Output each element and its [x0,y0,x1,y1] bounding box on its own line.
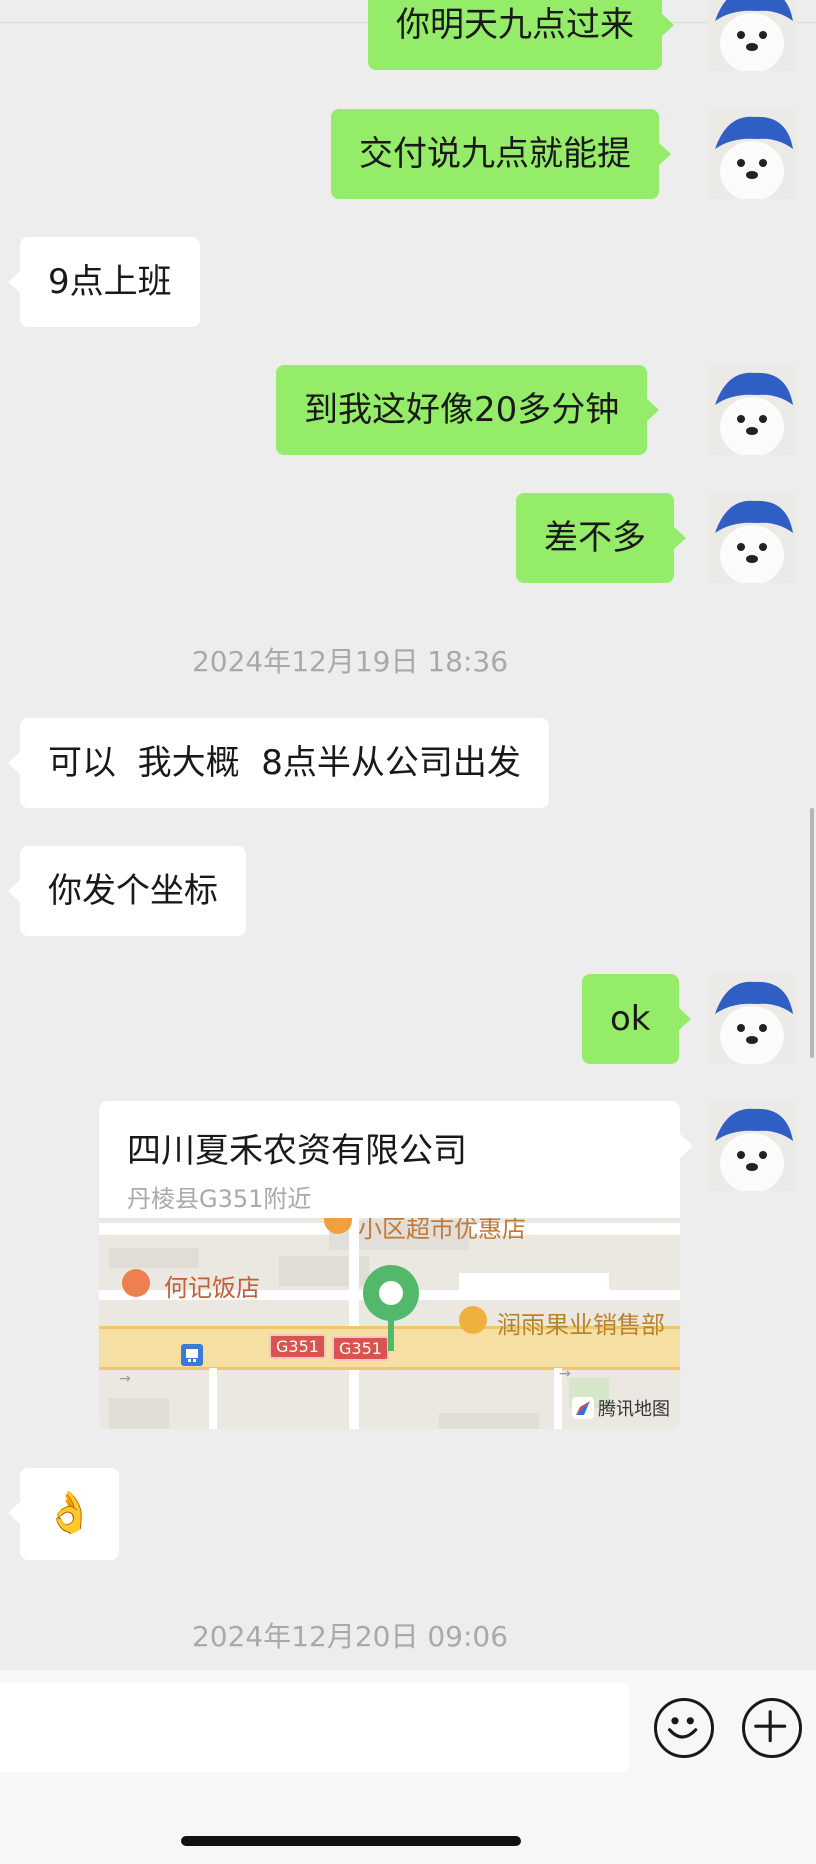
home-indicator[interactable] [181,1836,521,1846]
ok-hand-emoji-icon: 👌 [44,1490,95,1536]
map-poi-label: 何记饭店 [164,1274,260,1302]
svg-text:→: → [119,1371,131,1387]
message-text: 你发个坐标 [48,871,218,911]
location-subtitle: 丹棱县G351附近 [127,1185,312,1213]
message-text: 交付说九点就能提 [359,134,631,174]
shop-poi-icon [459,1306,487,1334]
location-message-card[interactable]: 四川夏禾农资有限公司 丹棱县G351附近 → → 小区超市优惠店 何记饭店 润雨… [99,1101,680,1429]
plus-circle-icon [754,1710,787,1743]
message-bubble-sent[interactable]: 交付说九点就能提 [331,109,671,199]
avatar-self[interactable] [707,109,797,199]
message-bubble-sent[interactable]: 差不多 [516,493,686,583]
chat-timestamp: 2024年12月19日 18:36 [191,645,509,678]
message-text: 到我这好像20多分钟 [304,390,620,430]
dog-avatar-icon [707,0,797,71]
tencent-map-logo-icon [572,1397,594,1419]
restaurant-poi-icon [122,1269,150,1297]
map-watermark-text: 腾讯地图 [598,1399,670,1420]
avatar-self[interactable] [707,974,797,1064]
more-button[interactable] [742,1698,802,1758]
road-shield: G351 [269,1334,326,1359]
message-bubble-sent[interactable]: ok [582,974,690,1064]
svg-text:→: → [559,1366,571,1382]
avatar-self[interactable] [707,365,797,455]
emoji-button[interactable] [654,1698,714,1758]
chat-input-bar [0,1670,816,1864]
dog-avatar-icon [707,1101,797,1191]
message-bubble-received[interactable]: 👌 [8,1468,119,1560]
message-text: 你明天九点过来 [396,5,634,45]
message-text: 差不多 [544,518,646,558]
dog-avatar-icon [707,365,797,455]
location-title: 四川夏禾农资有限公司 [127,1131,467,1171]
message-text: 9点上班 [48,262,172,302]
scrollbar[interactable] [810,808,814,1058]
message-bubble-received[interactable]: 可以 我大概 8点半从公司出发 [8,718,549,808]
message-bubble-received[interactable]: 9点上班 [8,237,200,327]
message-text: ok [610,999,651,1039]
map-poi-label: 润雨果业销售部 [497,1311,665,1339]
chat-timestamp: 2024年12月20日 09:06 [191,1620,509,1653]
message-bubble-received[interactable]: 你发个坐标 [8,846,246,936]
avatar-self[interactable] [707,1101,797,1191]
map-poi-label: 小区超市优惠店 [358,1218,526,1243]
message-bubble-sent[interactable]: 到我这好像20多分钟 [276,365,660,455]
location-map-preview[interactable]: → → 小区超市优惠店 何记饭店 润雨果业销售部 G351 G351 腾讯地图 [99,1218,680,1429]
avatar-self[interactable] [707,0,797,71]
message-bubble-sent[interactable]: 你明天九点过来 [368,0,674,70]
dog-avatar-icon [707,109,797,199]
map-watermark: 腾讯地图 [572,1395,670,1421]
map-pin-icon [363,1265,419,1351]
smiley-icon [668,1717,698,1739]
message-input[interactable] [0,1682,630,1772]
bus-stop-icon [181,1344,203,1366]
dog-avatar-icon [707,493,797,583]
dog-avatar-icon [707,974,797,1064]
message-text: 可以 我大概 8点半从公司出发 [48,743,521,783]
location-card-tail [680,1134,693,1158]
avatar-self[interactable] [707,493,797,583]
